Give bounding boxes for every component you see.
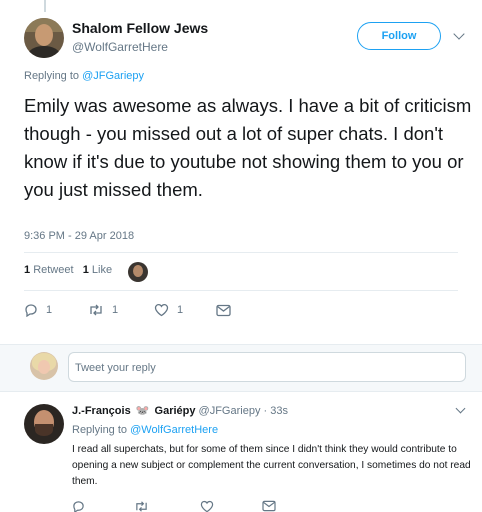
reply-author-name[interactable]: J.-François bbox=[72, 405, 131, 417]
avatar bbox=[30, 352, 58, 380]
divider bbox=[24, 252, 458, 253]
divider bbox=[24, 290, 458, 291]
separator: · bbox=[260, 405, 271, 417]
replying-to: Replying to @JFGariepy bbox=[24, 70, 144, 82]
avatar[interactable] bbox=[24, 18, 64, 58]
avatar[interactable] bbox=[24, 404, 64, 444]
reply-button[interactable]: 1 bbox=[24, 302, 52, 318]
direct-message-button[interactable] bbox=[216, 302, 231, 318]
replying-prefix: Replying to bbox=[24, 70, 83, 82]
timestamp[interactable]: 9:36 PM - 29 Apr 2018 bbox=[24, 230, 134, 242]
thread-line bbox=[44, 0, 46, 12]
mouse-emoji: 🐭 bbox=[135, 405, 150, 417]
retweet-count[interactable]: 1 bbox=[24, 264, 30, 276]
like-stat-label[interactable]: Like bbox=[92, 264, 112, 276]
retweet-stat-label[interactable]: Retweet bbox=[33, 264, 73, 276]
like-count[interactable]: 1 bbox=[83, 264, 89, 276]
replying-prefix: Replying to bbox=[72, 424, 131, 436]
reply-count: 1 bbox=[46, 304, 53, 316]
like-action-count: 1 bbox=[177, 304, 184, 316]
heart-icon bbox=[154, 303, 169, 317]
reply-text: I read all superchats, but for some of t… bbox=[72, 444, 471, 487]
reply-replying-to: Replying to @WolfGarretHere bbox=[72, 424, 218, 436]
reply-author-handle[interactable]: @JFGariepy bbox=[199, 405, 261, 417]
retweet-button[interactable]: 1 bbox=[88, 302, 118, 318]
reply-input[interactable]: Tweet your reply bbox=[68, 352, 466, 382]
mail-icon bbox=[262, 500, 276, 512]
replying-to-link[interactable]: @WolfGarretHere bbox=[130, 424, 218, 436]
retweet-icon bbox=[136, 500, 147, 512]
reply-button[interactable] bbox=[72, 498, 85, 512]
like-button[interactable]: 1 bbox=[154, 302, 183, 318]
retweet-button[interactable] bbox=[134, 498, 149, 512]
replying-to-link[interactable]: @JFGariepy bbox=[82, 70, 144, 82]
retweet-action-count: 1 bbox=[112, 304, 119, 316]
follow-button[interactable]: Follow bbox=[357, 22, 441, 50]
mail-icon bbox=[216, 304, 231, 316]
direct-message-button[interactable] bbox=[262, 498, 276, 512]
author-name[interactable]: Shalom Fellow Jews bbox=[72, 20, 208, 36]
liker-avatar[interactable] bbox=[128, 262, 148, 282]
like-button[interactable] bbox=[200, 498, 214, 512]
author-handle[interactable]: @WolfGarretHere bbox=[72, 40, 168, 54]
reply-icon bbox=[25, 304, 37, 317]
reply-author[interactable]: J.-François 🐭 Gariépy @JFGariepy · 33s bbox=[72, 404, 288, 417]
retweet-icon bbox=[90, 304, 102, 316]
tweet-stats: 1 Retweet 1 Like bbox=[24, 264, 112, 276]
heart-icon bbox=[200, 500, 214, 512]
tweet-text: Emily was awesome as always. I have a bi… bbox=[24, 95, 472, 200]
chevron-down-icon[interactable] bbox=[453, 28, 465, 40]
reply-icon bbox=[73, 500, 84, 512]
chevron-down-icon[interactable] bbox=[455, 403, 466, 414]
reply-time[interactable]: 33s bbox=[270, 405, 288, 417]
reply-author-surname[interactable]: Gariépy bbox=[155, 405, 196, 417]
